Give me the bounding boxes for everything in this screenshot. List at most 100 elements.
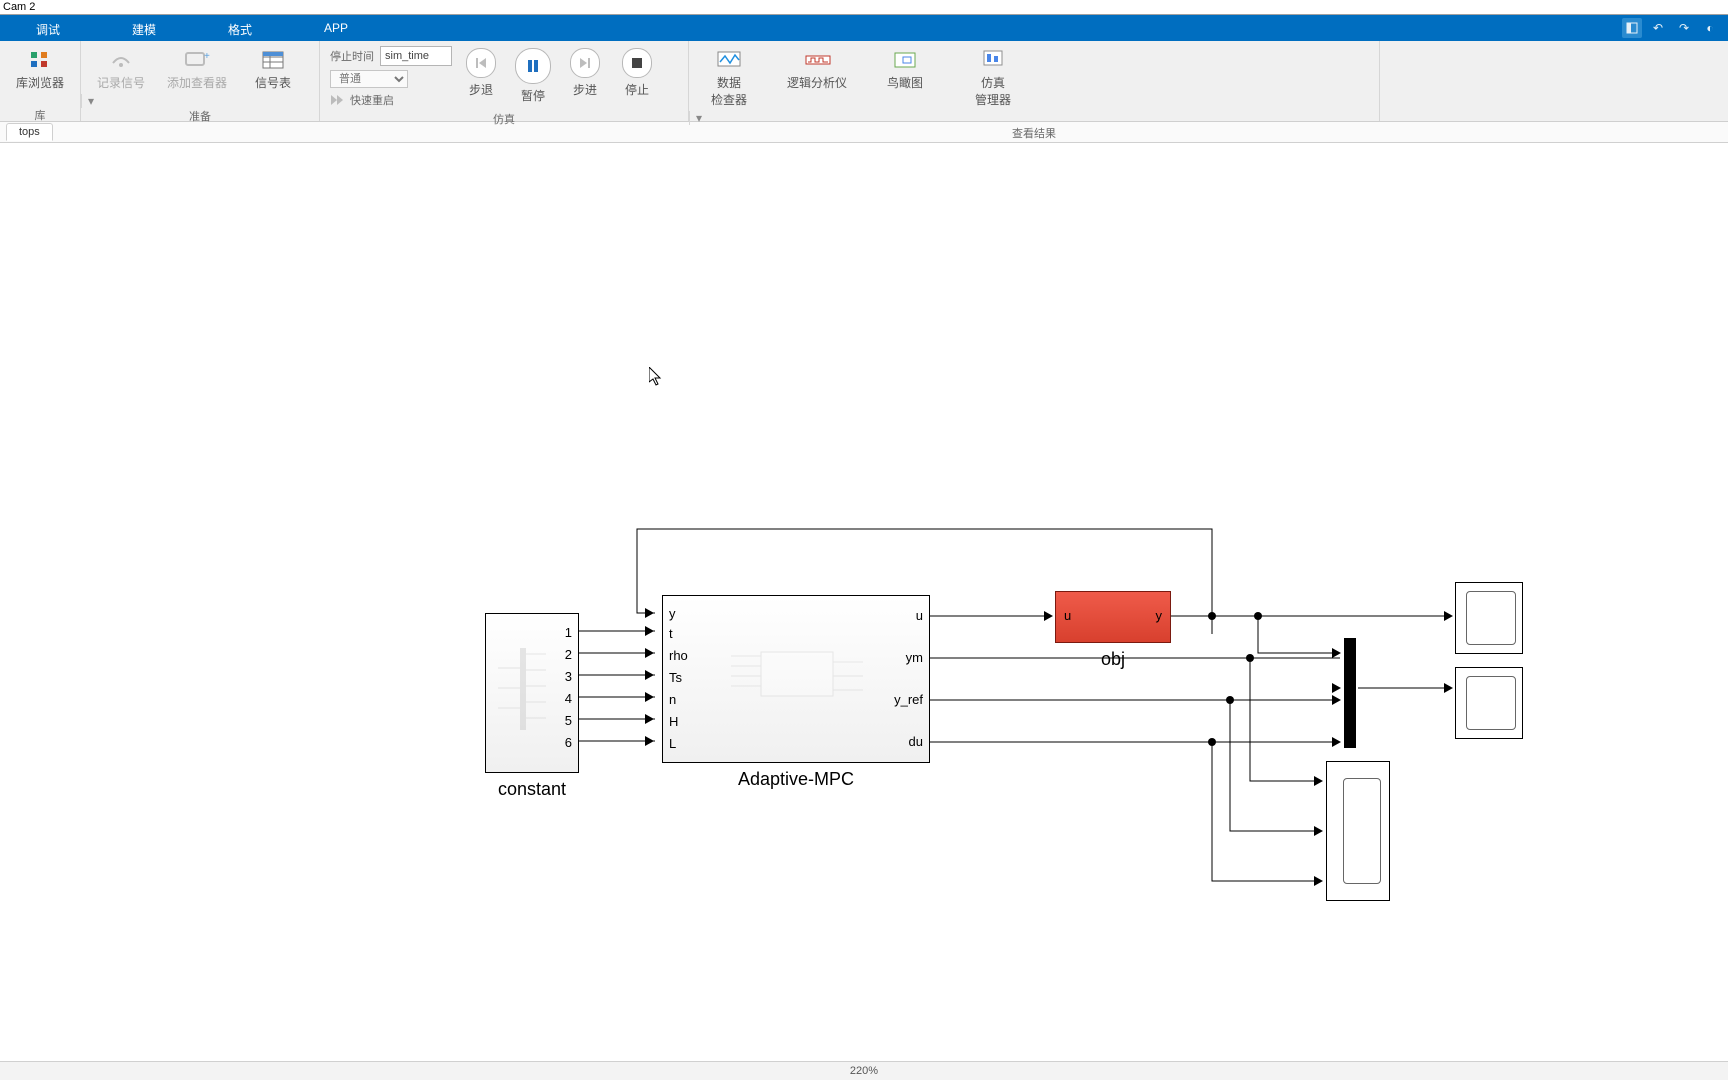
demux-glyph-icon	[492, 644, 552, 734]
log-signal-button[interactable]: 记录信号	[91, 44, 151, 91]
redo-icon[interactable]: ↷	[1674, 18, 1694, 38]
ribbon: 库浏览器 库 记录信号 + 添加查看器 信号表	[0, 41, 1728, 122]
arrow-icon	[645, 648, 654, 658]
arrow-icon	[1332, 648, 1341, 658]
arrow-icon	[1314, 826, 1323, 836]
zoom-level[interactable]: 220%	[850, 1065, 878, 1077]
step-back-button[interactable]: 步退	[462, 48, 500, 98]
port-1: 1	[565, 625, 572, 640]
port-6: 6	[565, 735, 572, 750]
waveform-icon	[715, 48, 743, 72]
step-back-icon	[466, 48, 496, 78]
scope-block[interactable]	[1455, 667, 1523, 739]
arrow-icon	[1444, 683, 1453, 693]
arrow-icon	[645, 736, 654, 746]
group-library-label: 库	[0, 107, 80, 121]
library-icon	[26, 48, 54, 72]
port-3: 3	[565, 669, 572, 684]
tab-model[interactable]: 建模	[96, 15, 192, 41]
cursor-icon	[649, 367, 663, 387]
pause-button[interactable]: 暂停	[514, 48, 552, 104]
tab-app[interactable]: APP	[288, 15, 384, 41]
dock-icon[interactable]	[1622, 18, 1642, 38]
arrow-icon	[645, 714, 654, 724]
breadcrumb-tab[interactable]: tops	[6, 123, 53, 141]
arrow-icon	[1444, 611, 1453, 621]
stoptime-label: 停止时间	[330, 48, 374, 64]
sim-manager-icon	[979, 48, 1007, 72]
arrow-icon	[645, 692, 654, 702]
arrow-icon	[645, 670, 654, 680]
results-dropdown[interactable]: ▾	[689, 111, 708, 125]
out-yref: y_ref	[894, 692, 923, 707]
group-sim-label: 仿真	[320, 111, 688, 125]
arrow-icon	[1332, 683, 1341, 693]
obj-block[interactable]: u y	[1055, 591, 1171, 643]
in-l: L	[669, 736, 676, 751]
tab-format[interactable]: 格式	[192, 15, 288, 41]
arrow-icon	[1314, 876, 1323, 886]
obj-in-u: u	[1064, 608, 1071, 623]
status-bar: 220%	[0, 1061, 1728, 1080]
arrow-icon	[1332, 695, 1341, 705]
subsystem-glyph-icon	[727, 636, 867, 716]
scope-block[interactable]	[1455, 582, 1523, 654]
port-5: 5	[565, 713, 572, 728]
in-t: t	[669, 626, 673, 641]
in-h: H	[669, 714, 678, 729]
svg-text:+: +	[204, 51, 210, 62]
stop-button[interactable]: 停止	[618, 48, 656, 98]
port-2: 2	[565, 647, 572, 662]
in-ts: Ts	[669, 670, 682, 685]
window-titlebar: Cam 2	[0, 0, 1728, 15]
model-canvas[interactable]: 1 2 3 4 5 6 constant y t rho Ts n H L u …	[0, 143, 1728, 1080]
sim-mode-select[interactable]: 普通	[330, 70, 408, 88]
out-ym: ym	[906, 650, 923, 665]
data-inspector-button[interactable]: 数据 检查器	[699, 44, 759, 108]
signal-table-button[interactable]: 信号表	[243, 44, 303, 91]
step-forward-button[interactable]: 步进	[566, 48, 604, 98]
arrow-icon	[645, 626, 654, 636]
birdseye-button[interactable]: 鸟瞰图	[875, 44, 935, 91]
prepare-dropdown[interactable]: ▾	[81, 94, 100, 108]
pause-icon	[515, 48, 551, 84]
table-icon	[259, 48, 287, 72]
arrow-icon	[1044, 611, 1053, 621]
stop-icon	[622, 48, 652, 78]
birdseye-icon	[891, 48, 919, 72]
out-u: u	[916, 608, 923, 623]
scope-plus-icon: +	[183, 48, 211, 72]
fast-restart-button[interactable]: 快速重启	[330, 92, 452, 108]
fast-restart-icon	[330, 94, 344, 106]
wifi-icon	[107, 48, 135, 72]
quick-actions: ↶ ↷ ◐	[1622, 18, 1720, 38]
mux-block[interactable]	[1344, 638, 1356, 748]
obj-label: obj	[1101, 649, 1125, 670]
out-du: du	[909, 734, 923, 749]
in-n: n	[669, 692, 676, 707]
obj-out-y: y	[1156, 608, 1163, 623]
library-browser-button[interactable]: 库浏览器	[10, 44, 70, 91]
menu-bar: 调试 建模 格式 APP ↶ ↷ ◐	[0, 15, 1728, 41]
group-prepare-label: 准备	[81, 108, 319, 122]
arrow-icon	[1332, 737, 1341, 747]
sim-settings: 停止时间 普通 快速重启	[330, 44, 452, 108]
stoptime-input[interactable]	[380, 46, 452, 66]
constant-label: constant	[498, 779, 566, 800]
group-results-label: 查看结果	[689, 125, 1379, 139]
constant-block[interactable]: 1 2 3 4 5 6	[485, 613, 579, 773]
port-4: 4	[565, 691, 572, 706]
step-forward-icon	[570, 48, 600, 78]
arrow-icon	[645, 608, 654, 618]
logic-analyzer-button[interactable]: 逻辑分析仪	[787, 44, 847, 91]
in-y: y	[669, 606, 676, 621]
tab-debug[interactable]: 调试	[0, 15, 96, 41]
adaptive-mpc-block[interactable]: y t rho Ts n H L u ym y_ref du	[662, 595, 930, 763]
title-suffix: Cam 2	[3, 1, 35, 13]
undo-icon[interactable]: ↶	[1648, 18, 1668, 38]
logic-icon	[803, 48, 831, 72]
help-icon[interactable]: ◐	[1700, 18, 1720, 38]
scope-block[interactable]	[1326, 761, 1390, 901]
sim-manager-button[interactable]: 仿真 管理器	[963, 44, 1023, 108]
add-viewer-button[interactable]: + 添加查看器	[167, 44, 227, 91]
